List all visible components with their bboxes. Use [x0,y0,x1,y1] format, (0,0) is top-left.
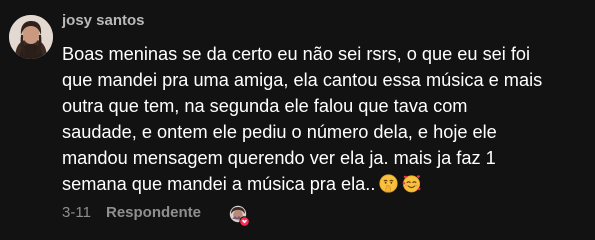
comment-item: josy santos Boas meninas se da certo eu … [0,0,595,240]
comment-text-line: outra que tem, na segunda ele falou que … [62,96,468,116]
comment-date: 3-11 [62,204,91,221]
avatar-image [9,15,53,59]
creator-heart-avatar-icon [228,205,250,227]
comment-text-line: semana que mandei a música pra ela.. [62,174,376,194]
comment-text-line: Boas meninas se da certo eu não sei rsrs… [62,44,531,64]
username[interactable]: josy santos [62,12,145,29]
comment-text-line: mandou mensagem querendo ver ela ja. mai… [62,148,496,168]
comment-text: Boas meninas se da certo eu não sei rsrs… [62,41,592,197]
reply-button[interactable]: Respondente [106,204,201,221]
comment-text-line: que mandei pra uma amiga, ela cantou ess… [62,70,543,90]
smiling-face-with-hearts-emoji [402,174,421,193]
comment-text-last-line: semana que mandei a música pra ela.. [62,171,592,197]
avatar[interactable] [9,15,53,59]
comment-text-line: saudade, e ontem ele pediu o número dela… [62,122,497,142]
shushing-face-emoji [379,174,399,193]
